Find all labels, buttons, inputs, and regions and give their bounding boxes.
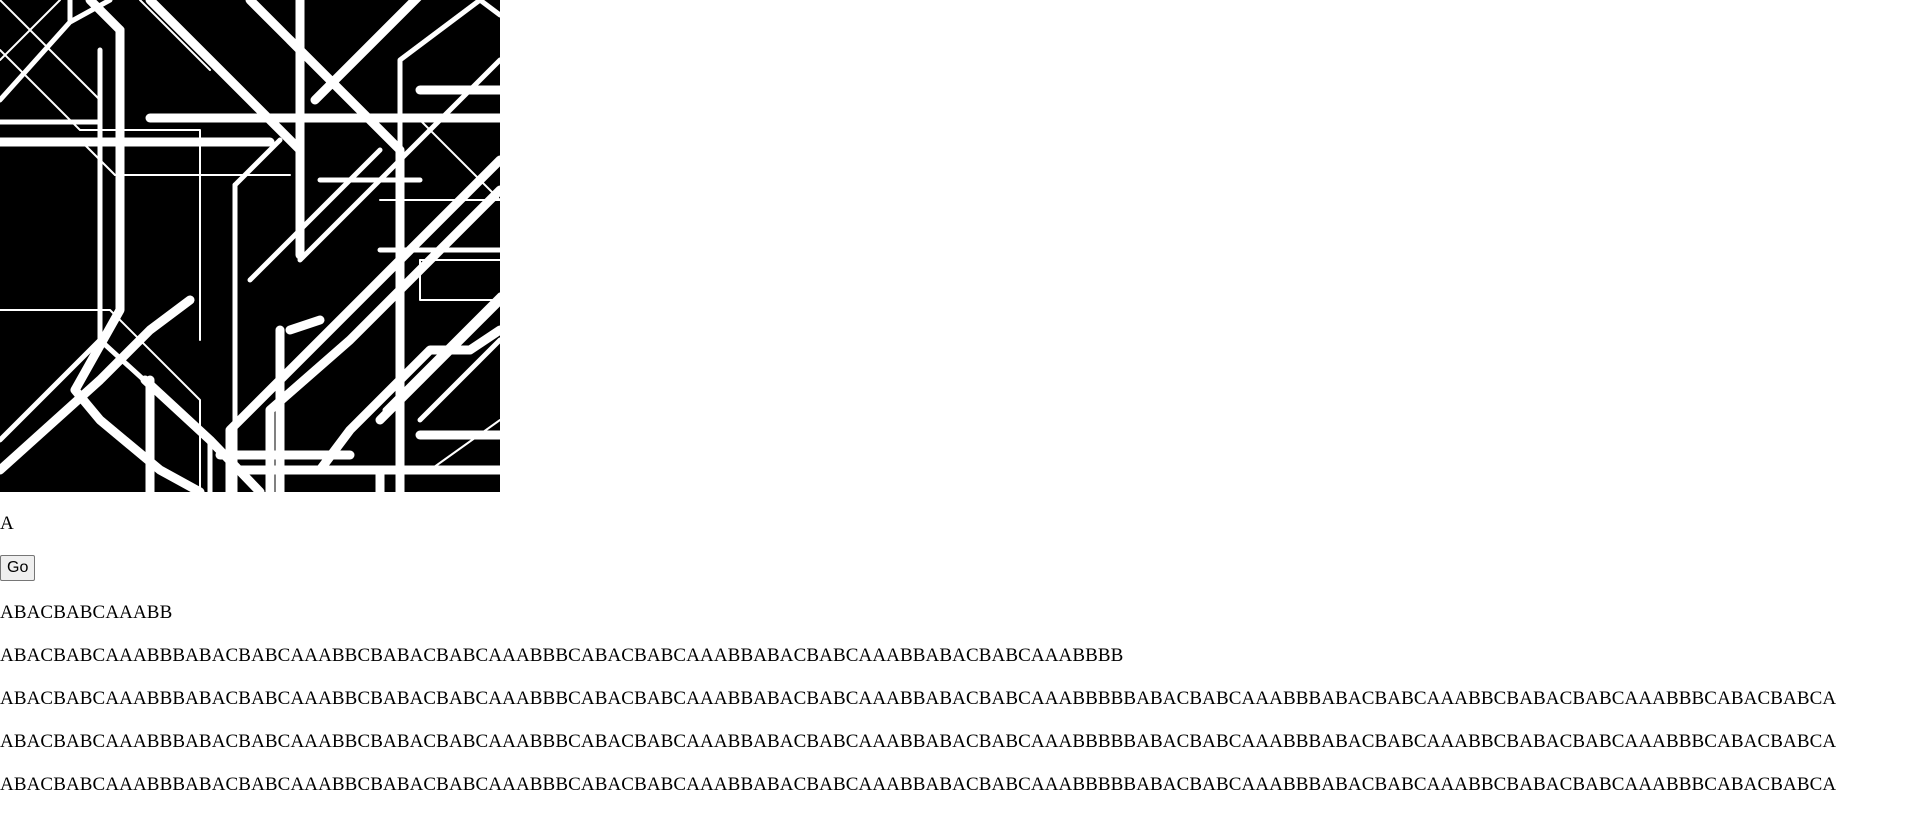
drawing-canvas xyxy=(0,0,500,492)
axiom-text: A xyxy=(0,513,14,534)
generation-5-text: ABACBABCAAABBBABACBABCAAABBCBABACBABCAAA… xyxy=(0,774,1837,795)
generation-2-text: ABACBABCAAABBBABACBABCAAABBCBABACBABCAAA… xyxy=(0,645,1124,666)
generation-3-text: ABACBABCAAABBBABACBABCAAABBCBABACBABCAAA… xyxy=(0,688,1837,709)
generation-4-text: ABACBABCAAABBBABACBABCAAABBCBABACBABCAAA… xyxy=(0,731,1837,752)
go-button[interactable]: Go xyxy=(0,555,36,581)
generation-1-text: ABACBABCAAABB xyxy=(0,602,173,623)
lsystem-drawing xyxy=(0,0,500,492)
